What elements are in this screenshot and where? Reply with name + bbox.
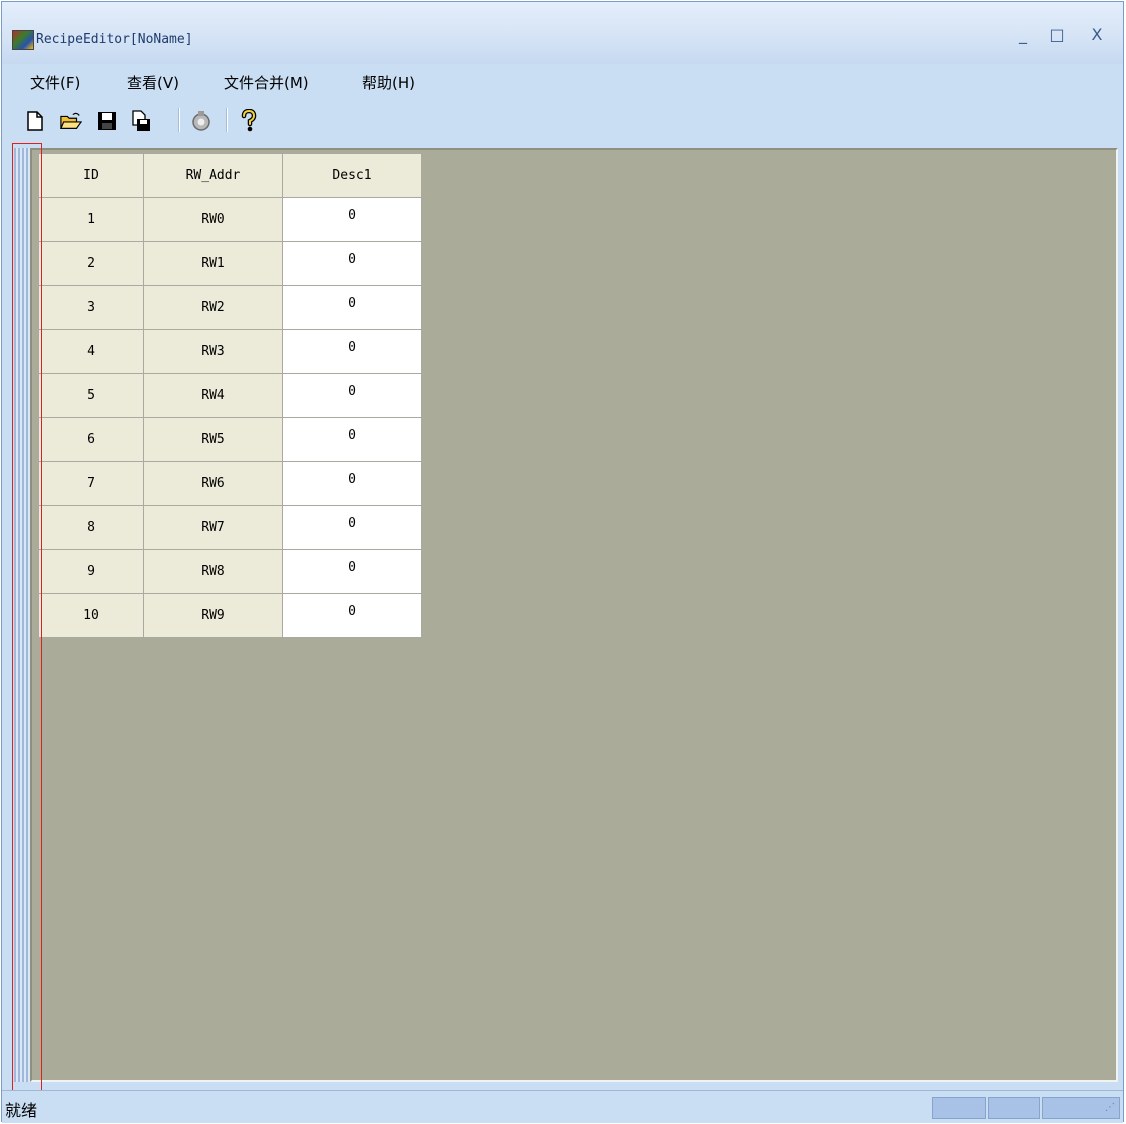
cell-id[interactable]: 2 xyxy=(38,241,144,286)
title-bar[interactable]: RecipeEditor[NoName] _ □ X xyxy=(2,2,1123,64)
column-header-rw-addr[interactable]: RW_Addr xyxy=(143,153,283,198)
table-row[interactable]: 4 RW3 0 xyxy=(38,329,422,374)
cell-rw-addr[interactable]: RW2 xyxy=(143,285,283,330)
resize-grip-icon[interactable]: ⋰ xyxy=(1105,1101,1119,1115)
save-icon[interactable] xyxy=(96,110,118,132)
open-folder-icon[interactable] xyxy=(60,110,82,132)
table-row[interactable]: 8 RW7 0 xyxy=(38,505,422,550)
print-icon[interactable] xyxy=(190,110,212,132)
grid-area: ID RW_Addr Desc1 1 RW0 0 2 RW1 0 3 RW2 0 4 RW3 0 5 RW… xyxy=(30,148,1118,1082)
cell-rw-addr[interactable]: RW3 xyxy=(143,329,283,374)
cell-desc1[interactable]: 0 xyxy=(282,373,422,418)
cell-rw-addr[interactable]: RW1 xyxy=(143,241,283,286)
cell-rw-addr[interactable]: RW5 xyxy=(143,417,283,462)
maximize-button[interactable]: □ xyxy=(1044,24,1070,46)
cell-id[interactable]: 8 xyxy=(38,505,144,550)
table-row[interactable]: 7 RW6 0 xyxy=(38,461,422,506)
menu-view[interactable]: 查看(V) xyxy=(127,72,179,93)
table-row[interactable]: 5 RW4 0 xyxy=(38,373,422,418)
cell-desc1[interactable]: 0 xyxy=(282,461,422,506)
menu-merge-files[interactable]: 文件合并(M) xyxy=(224,72,309,93)
cell-id[interactable]: 3 xyxy=(38,285,144,330)
column-header-desc1[interactable]: Desc1 xyxy=(282,153,422,198)
cell-desc1[interactable]: 0 xyxy=(282,505,422,550)
table-row[interactable]: 9 RW8 0 xyxy=(38,549,422,594)
table-row[interactable]: 10 RW9 0 xyxy=(38,593,422,638)
status-bar: 就绪 ⋰ xyxy=(2,1090,1123,1123)
cell-rw-addr[interactable]: RW6 xyxy=(143,461,283,506)
window-title: RecipeEditor[NoName] xyxy=(36,32,193,47)
table-row[interactable]: 3 RW2 0 xyxy=(38,285,422,330)
toolbar xyxy=(2,98,1123,142)
toolbar-separator-2 xyxy=(226,108,227,132)
cell-id[interactable]: 10 xyxy=(38,593,144,638)
status-pane-1 xyxy=(932,1097,986,1119)
app-icon xyxy=(12,30,34,50)
table-row[interactable]: 2 RW1 0 xyxy=(38,241,422,286)
status-text: 就绪 xyxy=(5,1101,38,1120)
toolbar-separator xyxy=(178,108,179,132)
cell-rw-addr[interactable]: RW7 xyxy=(143,505,283,550)
cell-rw-addr[interactable]: RW8 xyxy=(143,549,283,594)
cell-desc1[interactable]: 0 xyxy=(282,593,422,638)
minimize-button[interactable]: _ xyxy=(1010,24,1036,46)
left-dock-strip xyxy=(14,148,30,1082)
table-row[interactable]: 6 RW5 0 xyxy=(38,417,422,462)
cell-desc1[interactable]: 0 xyxy=(282,241,422,286)
cell-rw-addr[interactable]: RW4 xyxy=(143,373,283,418)
cell-id[interactable]: 6 xyxy=(38,417,144,462)
cell-rw-addr[interactable]: RW9 xyxy=(143,593,283,638)
recipe-editor-window: RecipeEditor[NoName] _ □ X 文件(F) 查看(V) 文… xyxy=(1,1,1124,1123)
cell-id[interactable]: 5 xyxy=(38,373,144,418)
close-button[interactable]: X xyxy=(1084,24,1110,46)
cell-desc1[interactable]: 0 xyxy=(282,329,422,374)
cell-id[interactable]: 4 xyxy=(38,329,144,374)
recipe-table: ID RW_Addr Desc1 1 RW0 0 2 RW1 0 3 RW2 0 4 RW3 0 5 RW… xyxy=(38,153,422,638)
cell-desc1[interactable]: 0 xyxy=(282,417,422,462)
new-file-icon[interactable] xyxy=(24,110,46,132)
save-as-icon[interactable] xyxy=(130,110,152,132)
cell-desc1[interactable]: 0 xyxy=(282,285,422,330)
table-header-row: ID RW_Addr Desc1 xyxy=(38,153,422,198)
status-pane-2 xyxy=(988,1097,1040,1119)
cell-rw-addr[interactable]: RW0 xyxy=(143,197,283,242)
menu-file[interactable]: 文件(F) xyxy=(30,72,80,93)
cell-desc1[interactable]: 0 xyxy=(282,197,422,242)
menu-help[interactable]: 帮助(H) xyxy=(362,72,415,93)
cell-id[interactable]: 9 xyxy=(38,549,144,594)
cell-id[interactable]: 1 xyxy=(38,197,144,242)
menu-bar: 文件(F) 查看(V) 文件合并(M) 帮助(H) xyxy=(2,64,1123,98)
column-header-id[interactable]: ID xyxy=(38,153,144,198)
table-row[interactable]: 1 RW0 0 xyxy=(38,197,422,242)
cell-desc1[interactable]: 0 xyxy=(282,549,422,594)
help-icon[interactable] xyxy=(238,109,260,132)
cell-id[interactable]: 7 xyxy=(38,461,144,506)
